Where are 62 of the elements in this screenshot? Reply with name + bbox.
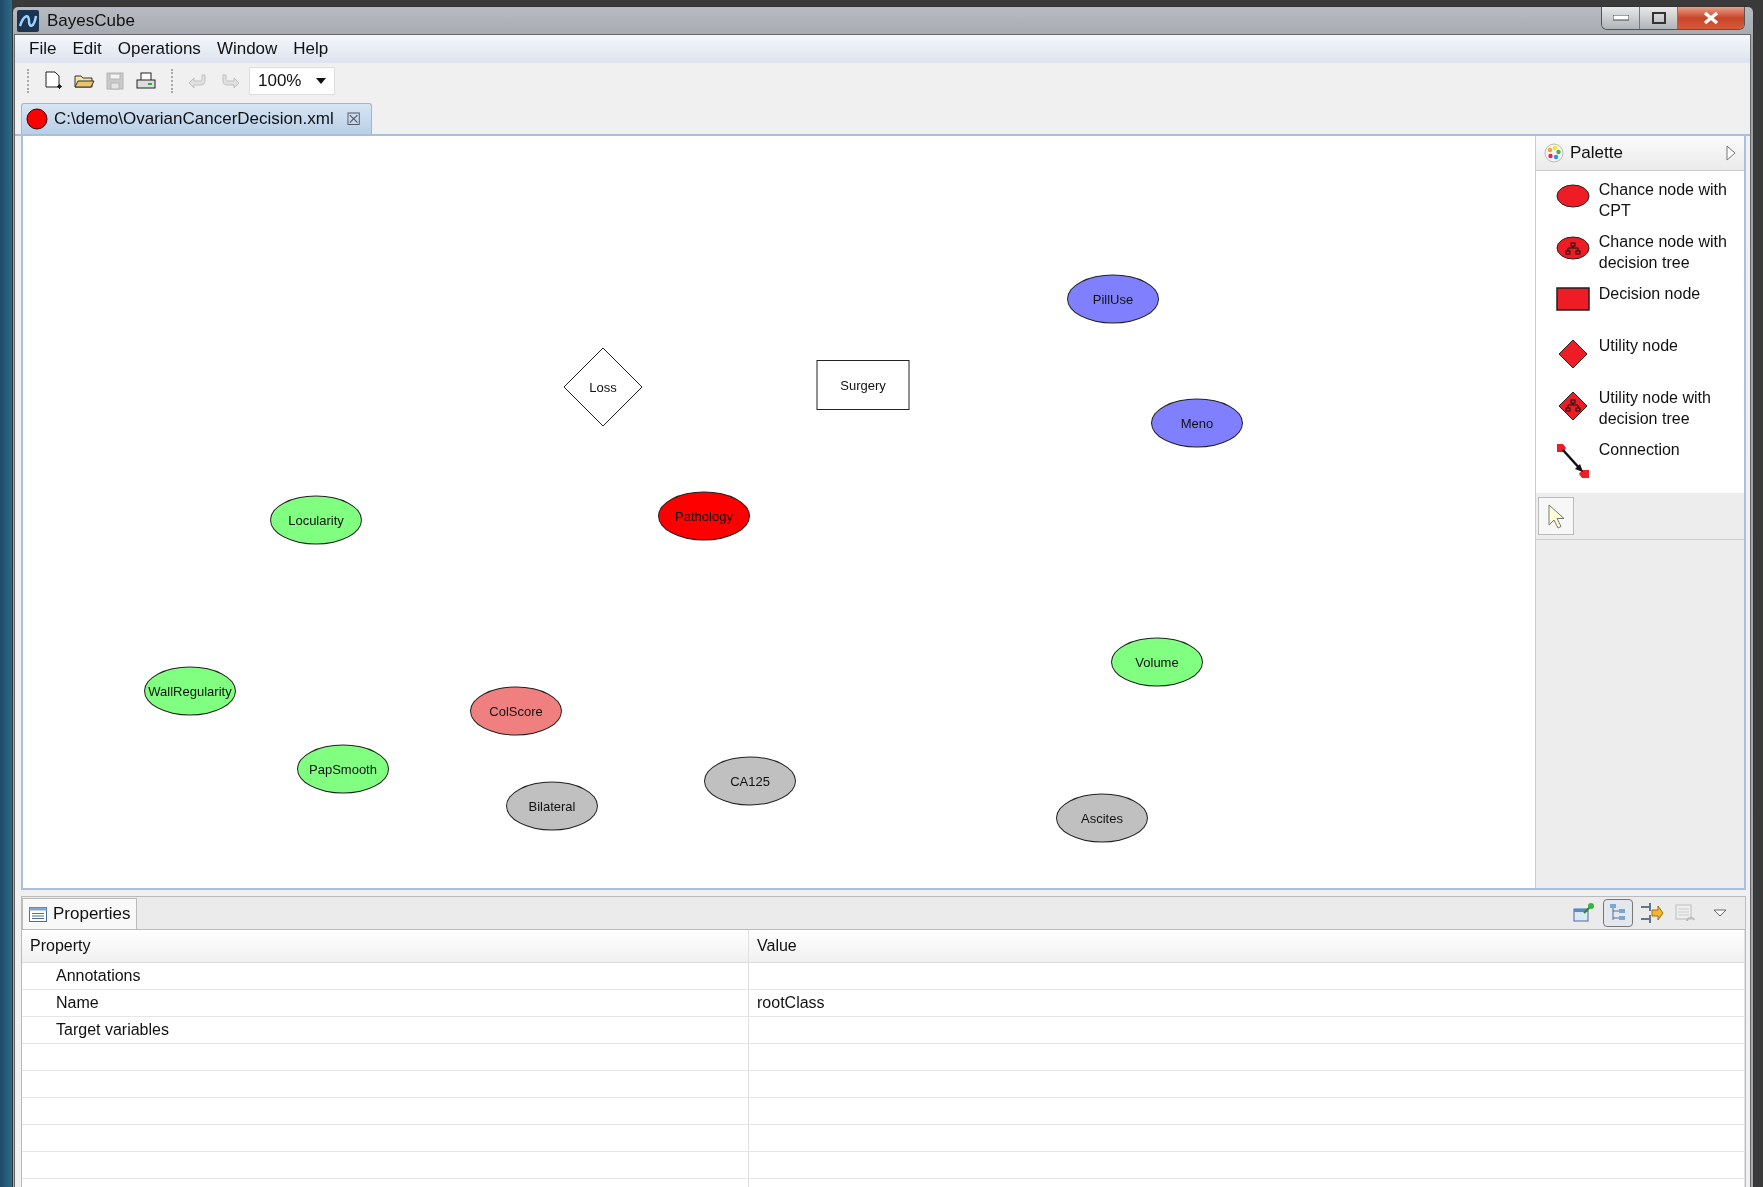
close-icon <box>1703 11 1719 25</box>
utility-node[interactable]: Loss <box>563 347 643 427</box>
chance-node[interactable]: PapSmooth <box>297 744 389 794</box>
chance-node[interactable]: CA125 <box>704 756 796 806</box>
maximize-button[interactable] <box>1640 7 1678 29</box>
palette-item[interactable]: Connection <box>1536 437 1744 489</box>
palette-item[interactable]: Utility node with decision tree <box>1536 385 1744 437</box>
select-tool[interactable] <box>1538 497 1574 535</box>
close-tab-button[interactable]: ☒ <box>345 108 361 130</box>
app-icon <box>17 9 39 32</box>
table-cell: Target variables <box>22 1017 749 1043</box>
maximize-icon <box>1651 12 1666 24</box>
table-icon <box>29 906 47 922</box>
palette-title: Palette <box>1570 143 1623 163</box>
minimize-button[interactable] <box>1602 7 1640 29</box>
pin-icon <box>1573 903 1595 923</box>
table-undo-icon <box>1675 903 1697 923</box>
palette-item[interactable]: Chance node with decision tree <box>1536 229 1744 281</box>
decision-node[interactable]: Surgery <box>816 360 910 410</box>
column-header[interactable]: Value <box>749 930 1745 962</box>
chance-node[interactable]: Locularity <box>270 495 362 545</box>
palette-item[interactable]: Utility node <box>1536 333 1744 385</box>
chance-node[interactable]: Pathology <box>658 491 750 541</box>
menu-item[interactable]: Help <box>285 39 337 59</box>
close-button[interactable] <box>1678 7 1744 29</box>
diamond-tree-icon <box>1558 391 1589 421</box>
zoom-dropdown[interactable]: 100% <box>249 67 335 95</box>
ellipse-icon <box>1556 183 1591 209</box>
chance-node[interactable]: ColScore <box>470 686 562 736</box>
tab-label: C:\demo\OvarianCancerDecision.xml <box>54 109 334 129</box>
caret-icon <box>1713 909 1727 917</box>
rectangle-icon <box>1556 287 1591 311</box>
table-cell: Annotations <box>22 963 749 989</box>
diamond-icon <box>1558 339 1589 369</box>
menu-item[interactable]: File <box>21 39 65 59</box>
connection-icon <box>1556 443 1591 479</box>
caret-icon <box>316 78 326 84</box>
arrows-icon <box>1640 902 1664 924</box>
chance-node[interactable]: Ascites <box>1056 793 1148 843</box>
chance-node[interactable]: PillUse <box>1067 274 1159 324</box>
view-toggle-button[interactable] <box>1603 899 1633 927</box>
chance-node[interactable]: Meno <box>1151 398 1243 448</box>
palette-icon <box>1544 143 1564 163</box>
menu-item[interactable]: Window <box>208 39 286 59</box>
table-cell: Name <box>22 990 749 1016</box>
minimize-icon <box>1612 15 1629 21</box>
chance-node[interactable]: Bilateral <box>506 781 598 831</box>
palette-item[interactable]: Decision node <box>1536 281 1744 333</box>
pointer-icon <box>1547 503 1565 529</box>
table-cell: rootClass <box>749 990 1745 1016</box>
menu-item[interactable]: Operations <box>109 39 209 59</box>
properties-tab[interactable]: Properties <box>22 898 138 929</box>
expand-icon[interactable] <box>1726 145 1736 161</box>
column-header[interactable]: Property <box>22 930 749 962</box>
palette-item[interactable]: Chance node with CPT <box>1536 177 1744 229</box>
menu-item[interactable]: Edit <box>64 39 110 59</box>
window-title: BayesCube <box>47 10 135 31</box>
chance-node[interactable]: WallRegularity <box>144 666 236 716</box>
chance-node[interactable]: Volume <box>1111 637 1203 687</box>
file-icon <box>26 108 48 130</box>
ellipse-tree-icon <box>1556 235 1591 261</box>
tree-icon <box>1609 903 1627 923</box>
